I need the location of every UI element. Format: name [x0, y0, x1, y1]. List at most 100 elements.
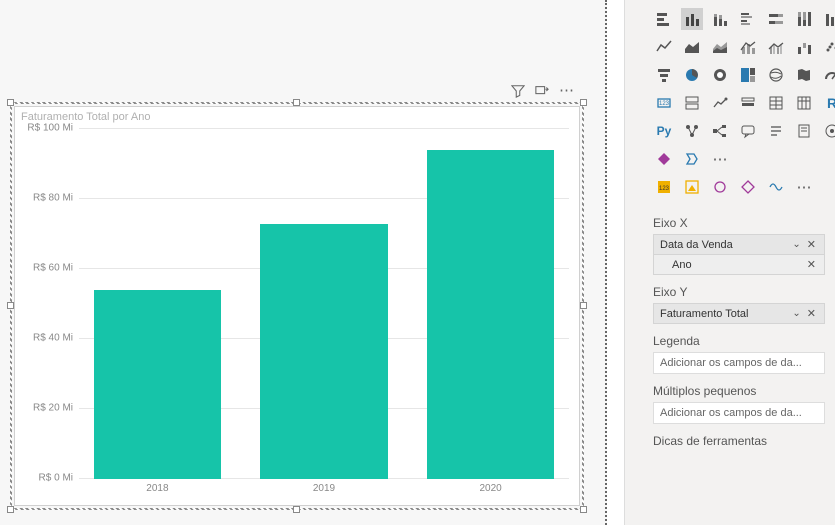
- bar-2019[interactable]: [260, 224, 387, 480]
- azure-map-icon[interactable]: 123: [653, 176, 675, 198]
- custom-visual-1-icon[interactable]: [709, 176, 731, 198]
- y-tick-label: R$ 20 Mi: [33, 403, 79, 414]
- resize-handle-w[interactable]: [7, 302, 14, 309]
- x-axis-well[interactable]: Data da Venda ⌄ ✕ Ano ✕: [653, 234, 825, 275]
- spacer: [821, 148, 835, 170]
- bar-2018[interactable]: [94, 290, 221, 479]
- treemap-icon[interactable]: [737, 64, 759, 86]
- field-name: Faturamento Total: [660, 308, 748, 320]
- stacked-column-icon[interactable]: [709, 8, 731, 30]
- visual-selection-frame[interactable]: ⋯ Faturamento Total por Ano R$ 0 Mi R$ 2…: [10, 102, 584, 510]
- hundred-stacked-bar-icon[interactable]: [765, 8, 787, 30]
- resize-handle-ne[interactable]: [580, 99, 587, 106]
- power-automate-icon[interactable]: [681, 148, 703, 170]
- spacer: [821, 176, 835, 198]
- gauge-icon[interactable]: [821, 64, 835, 86]
- clustered-bar-icon[interactable]: [737, 8, 759, 30]
- small-multiples-well[interactable]: Adicionar os campos de da...: [653, 402, 825, 424]
- spacer: [737, 148, 759, 170]
- resize-handle-s[interactable]: [293, 506, 300, 513]
- small-multiples-label: Múltiplos pequenos: [625, 374, 835, 402]
- get-more-visuals-icon[interactable]: ⋯: [709, 148, 731, 170]
- donut-icon[interactable]: [709, 64, 731, 86]
- y-tick-label: R$ 100 Mi: [27, 123, 79, 134]
- power-apps-icon[interactable]: [653, 148, 675, 170]
- bar-chart-visual[interactable]: Faturamento Total por Ano R$ 0 Mi R$ 20 …: [14, 106, 580, 506]
- tooltips-label: Dicas de ferramentas: [625, 424, 835, 452]
- decomposition-tree-icon[interactable]: [709, 120, 731, 142]
- spacer: [793, 148, 815, 170]
- y-axis-field[interactable]: Faturamento Total ⌄ ✕: [654, 304, 824, 323]
- key-influencers-icon[interactable]: [681, 120, 703, 142]
- report-canvas[interactable]: ⋯ Faturamento Total por Ano R$ 0 Mi R$ 2…: [0, 0, 607, 525]
- map-icon[interactable]: [765, 64, 787, 86]
- clustered-column-icon[interactable]: [681, 8, 703, 30]
- qa-visual-icon[interactable]: [737, 120, 759, 142]
- x-axis-field[interactable]: Data da Venda ⌄ ✕: [654, 235, 824, 255]
- table-icon[interactable]: [765, 92, 787, 114]
- paginated-report-icon[interactable]: [793, 120, 815, 142]
- visualization-gallery: 123 R Py ⋯ 123 ⋯: [625, 0, 835, 206]
- waterfall-icon[interactable]: [793, 36, 815, 58]
- stacked-area-icon[interactable]: [709, 36, 731, 58]
- more-options-icon[interactable]: ⋯: [559, 84, 574, 98]
- score-card-icon[interactable]: [681, 176, 703, 198]
- line-stacked-column-icon[interactable]: [737, 36, 759, 58]
- chart-plot-area: R$ 0 Mi R$ 20 Mi R$ 40 Mi R$ 60 Mi R$ 80…: [79, 129, 569, 479]
- ribbon-chart-icon[interactable]: [821, 8, 835, 30]
- svg-text:123: 123: [659, 186, 670, 192]
- smart-narrative-icon[interactable]: [765, 120, 787, 142]
- y-axis-well[interactable]: Faturamento Total ⌄ ✕: [653, 303, 825, 324]
- scatter-icon[interactable]: [821, 36, 835, 58]
- resize-handle-e[interactable]: [580, 302, 587, 309]
- slicer-icon[interactable]: [737, 92, 759, 114]
- field-name: Ano: [672, 259, 692, 271]
- custom-visual-3-icon[interactable]: [765, 176, 787, 198]
- filled-map-icon[interactable]: [793, 64, 815, 86]
- funnel-icon[interactable]: [653, 64, 675, 86]
- card-icon[interactable]: 123: [653, 92, 675, 114]
- bar-2020[interactable]: [427, 150, 554, 479]
- remove-field-icon[interactable]: ✕: [805, 307, 818, 320]
- spacer: [765, 148, 787, 170]
- chevron-down-icon[interactable]: ⌄: [792, 239, 800, 250]
- x-axis-label: Eixo X: [625, 206, 835, 234]
- remove-field-icon[interactable]: ✕: [805, 238, 818, 251]
- arcgis-icon[interactable]: [821, 120, 835, 142]
- legend-label: Legenda: [625, 324, 835, 352]
- y-tick-label: R$ 0 Mi: [39, 473, 79, 484]
- y-tick-label: R$ 80 Mi: [33, 193, 79, 204]
- y-axis-label: Eixo Y: [625, 275, 835, 303]
- stacked-bar-icon[interactable]: [653, 8, 675, 30]
- x-tick-label: 2019: [313, 479, 335, 494]
- python-visual-icon[interactable]: Py: [653, 120, 675, 142]
- x-tick-label: 2018: [146, 479, 168, 494]
- kpi-icon[interactable]: [709, 92, 731, 114]
- filter-icon[interactable]: [511, 84, 525, 98]
- remove-field-icon[interactable]: ✕: [805, 258, 818, 271]
- chevron-down-icon[interactable]: ⌄: [792, 308, 800, 319]
- more-ellipsis-icon[interactable]: ⋯: [793, 176, 815, 198]
- focus-mode-icon[interactable]: [535, 84, 549, 98]
- field-name: Data da Venda: [660, 239, 733, 251]
- resize-handle-se[interactable]: [580, 506, 587, 513]
- r-visual-icon[interactable]: R: [821, 92, 835, 114]
- svg-text:123: 123: [659, 101, 670, 107]
- hundred-stacked-column-icon[interactable]: [793, 8, 815, 30]
- resize-handle-sw[interactable]: [7, 506, 14, 513]
- legend-well[interactable]: Adicionar os campos de da...: [653, 352, 825, 374]
- resize-handle-nw[interactable]: [7, 99, 14, 106]
- x-tick-label: 2020: [479, 479, 501, 494]
- x-axis-hierarchy-child[interactable]: Ano ✕: [654, 255, 824, 274]
- line-chart-icon[interactable]: [653, 36, 675, 58]
- area-chart-icon[interactable]: [681, 36, 703, 58]
- custom-visual-2-icon[interactable]: [737, 176, 759, 198]
- visualizations-pane: 123 R Py ⋯ 123 ⋯ Eixo X Data da Ven: [624, 0, 835, 525]
- multirow-card-icon[interactable]: [681, 92, 703, 114]
- matrix-icon[interactable]: [793, 92, 815, 114]
- chart-title: Faturamento Total por Ano: [21, 111, 150, 123]
- resize-handle-n[interactable]: [293, 99, 300, 106]
- line-clustered-column-icon[interactable]: [765, 36, 787, 58]
- y-tick-label: R$ 40 Mi: [33, 333, 79, 344]
- pie-icon[interactable]: [681, 64, 703, 86]
